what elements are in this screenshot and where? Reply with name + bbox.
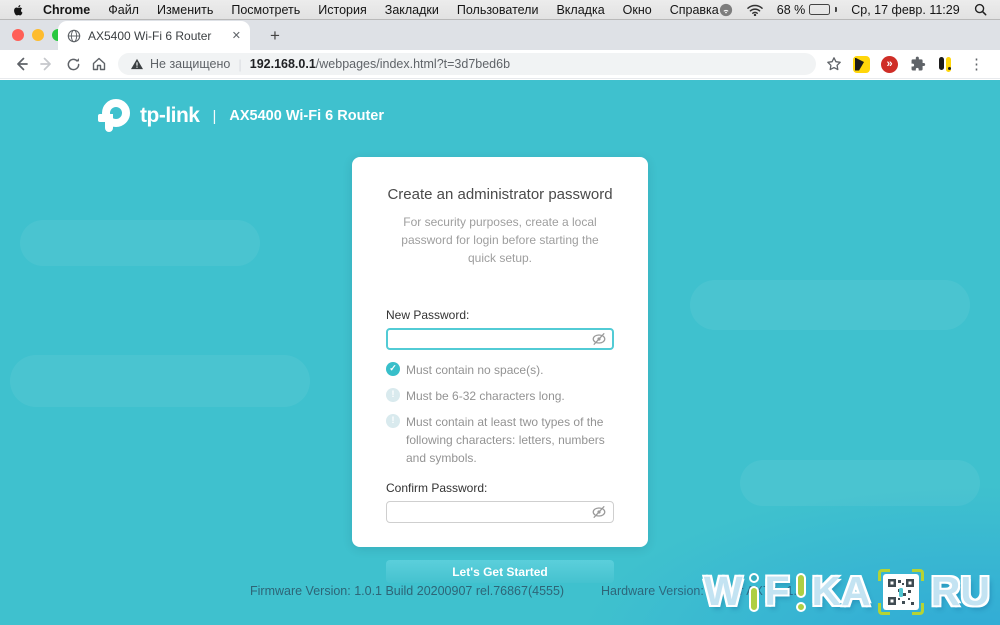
- tp-link-header: tp-link | AX5400 Wi-Fi 6 Router: [98, 98, 384, 134]
- menu-item-window[interactable]: Окно: [623, 3, 652, 17]
- menu-item-bookmarks[interactable]: Закладки: [385, 3, 439, 17]
- watermark-exclamation-glyph: [795, 571, 807, 613]
- rule-text: Must be 6-32 characters long.: [406, 387, 565, 405]
- cloud-shape: [10, 355, 310, 407]
- battery-icon: [809, 4, 830, 15]
- password-setup-card: Create an administrator password For sec…: [352, 157, 648, 547]
- address-bar[interactable]: Не защищено | 192.168.0.1 /webpages/inde…: [118, 53, 816, 75]
- watermark-letter: RU: [931, 568, 990, 615]
- battery-indicator[interactable]: 68 %: [777, 3, 838, 17]
- forward-button[interactable]: [34, 51, 60, 77]
- macos-menu-bar: Chrome Файл Изменить Посмотреть История …: [0, 0, 1000, 20]
- security-label[interactable]: Не защищено: [150, 57, 230, 71]
- screen: Chrome Файл Изменить Посмотреть История …: [0, 0, 1000, 625]
- extension-fast-forward-icon[interactable]: »: [881, 56, 898, 73]
- menu-item-tab[interactable]: Вкладка: [556, 3, 604, 17]
- watermark-letter: F: [765, 568, 790, 615]
- new-password-label: New Password:: [386, 308, 614, 322]
- menu-item-file[interactable]: Файл: [108, 3, 139, 17]
- router-model-title: AX5400 Wi-Fi 6 Router: [229, 108, 384, 124]
- tp-link-logo-icon: [98, 98, 130, 134]
- rule-no-spaces: ✓ Must contain no space(s).: [386, 361, 614, 379]
- extension-yellow-icon[interactable]: [853, 56, 870, 73]
- menubar-app-circle-icon[interactable]: [719, 3, 733, 17]
- password-visibility-eye-icon[interactable]: [591, 333, 607, 346]
- brand-name: tp-link: [140, 104, 200, 128]
- tab-strip: AX5400 Wi-Fi 6 Router ✕ +: [0, 20, 1000, 50]
- browser-menu-kebab-icon[interactable]: ⋮: [965, 55, 988, 73]
- browser-tab[interactable]: AX5400 Wi-Fi 6 Router ✕: [58, 21, 250, 50]
- rule-pending-icon: !: [386, 388, 400, 402]
- menu-item-edit[interactable]: Изменить: [157, 3, 213, 17]
- wifika-watermark: W F KA RU: [704, 568, 990, 615]
- cloud-shape: [740, 460, 980, 506]
- firmware-version: Firmware Version: 1.0.1 Build 20200907 r…: [250, 584, 564, 598]
- menu-item-help[interactable]: Справка: [670, 3, 719, 17]
- battery-percent: 68 %: [777, 3, 806, 17]
- extension-yellow-black-icon[interactable]: [937, 56, 954, 73]
- card-subtitle: For security purposes, create a local pa…: [386, 213, 614, 267]
- password-rules-list: ✓ Must contain no space(s). ! Must be 6-…: [386, 361, 614, 467]
- not-secure-warning-icon[interactable]: [130, 58, 144, 70]
- cloud-shape: [20, 220, 260, 266]
- window-controls: [12, 29, 64, 41]
- close-window-button[interactable]: [12, 29, 24, 41]
- brand-divider: |: [213, 108, 217, 125]
- tab-close-icon[interactable]: ✕: [232, 29, 241, 42]
- apple-icon[interactable]: [12, 3, 25, 17]
- watermark-letter: W: [704, 568, 743, 615]
- url-path: /webpages/index.html?t=3d7bed6b: [316, 57, 510, 71]
- new-password-input[interactable]: [386, 328, 614, 350]
- lets-get-started-button[interactable]: Let's Get Started: [386, 560, 614, 583]
- rule-length: ! Must be 6-32 characters long.: [386, 387, 614, 405]
- back-button[interactable]: [8, 51, 34, 77]
- menu-item-view[interactable]: Посмотреть: [231, 3, 300, 17]
- rule-check-icon: ✓: [386, 362, 400, 376]
- rule-pending-icon: !: [386, 414, 400, 428]
- rule-text: Must contain no space(s).: [406, 361, 543, 379]
- cloud-shape: [690, 280, 970, 330]
- menu-item-chrome[interactable]: Chrome: [43, 3, 90, 17]
- watermark-i-glyph: [748, 571, 760, 613]
- confirm-password-label: Confirm Password:: [386, 481, 614, 495]
- watermark-qr-code: [878, 569, 924, 615]
- url-host: 192.168.0.1: [250, 57, 316, 71]
- menu-item-users[interactable]: Пользователи: [457, 3, 539, 17]
- extensions-puzzle-icon[interactable]: [909, 56, 926, 73]
- minimize-window-button[interactable]: [32, 29, 44, 41]
- tab-favicon-globe-icon: [67, 29, 81, 43]
- watermark-letter: KA: [812, 568, 871, 615]
- reload-button[interactable]: [60, 51, 86, 77]
- browser-toolbar: Не защищено | 192.168.0.1 /webpages/inde…: [0, 50, 1000, 79]
- menu-item-history[interactable]: История: [318, 3, 366, 17]
- router-setup-page: tp-link | AX5400 Wi-Fi 6 Router Create a…: [0, 80, 1000, 625]
- new-tab-button[interactable]: +: [262, 23, 288, 49]
- password-visibility-eye-icon[interactable]: [591, 506, 607, 519]
- confirm-password-input[interactable]: [386, 501, 614, 523]
- tab-title: AX5400 Wi-Fi 6 Router: [88, 29, 225, 43]
- menubar-datetime[interactable]: Ср, 17 февр. 11:29: [851, 3, 959, 17]
- bookmark-star-icon[interactable]: [826, 56, 842, 72]
- home-button[interactable]: [86, 51, 112, 77]
- rule-char-types: ! Must contain at least two types of the…: [386, 413, 614, 467]
- spotlight-search-icon[interactable]: [974, 3, 987, 16]
- wifi-icon[interactable]: [747, 4, 763, 16]
- card-title: Create an administrator password: [386, 186, 614, 203]
- rule-text: Must contain at least two types of the f…: [406, 413, 614, 467]
